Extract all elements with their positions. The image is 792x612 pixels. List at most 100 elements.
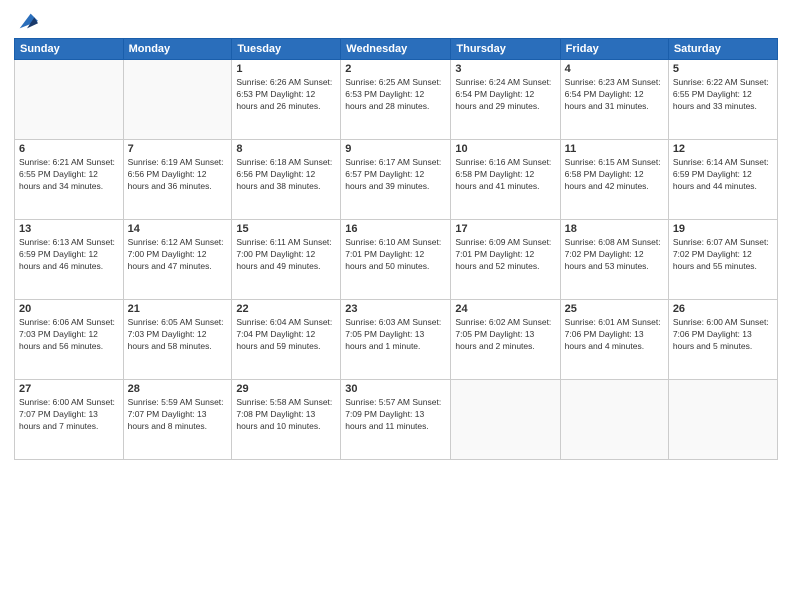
calendar-week-row: 27 Sunrise: 6:00 AM Sunset: 7:07 PM Dayli… (15, 380, 778, 460)
calendar-day-cell (668, 380, 777, 460)
calendar-day-cell: 22Sunrise: 6:04 AM Sunset: 7:04 PM Dayli… (232, 300, 341, 380)
day-info: Sunrise: 6:01 AM Sunset: 7:06 PM Dayligh… (565, 317, 664, 353)
weekday-header-cell: Friday (560, 39, 668, 60)
calendar-day-cell (15, 60, 124, 140)
page: SundayMondayTuesdayWednesdayThursdayFrid… (0, 0, 792, 612)
calendar-day-cell: 26 Sunrise: 6:00 AM Sunset: 7:06 PM Dayli… (668, 300, 777, 380)
header (14, 10, 778, 32)
calendar-day-cell: 8 Sunrise: 6:18 AM Sunset: 6:56 PM Daylig… (232, 140, 341, 220)
day-number: 26 (673, 303, 773, 315)
calendar-day-cell: 27 Sunrise: 6:00 AM Sunset: 7:07 PM Dayli… (15, 380, 124, 460)
day-info: Sunrise: 6:02 AM Sunset: 7:05 PM Dayligh… (455, 317, 555, 353)
day-number: 20 (19, 303, 119, 315)
day-info: Sunrise: 6:07 AM Sunset: 7:02 PM Dayligh… (673, 237, 773, 273)
calendar-day-cell: 25 Sunrise: 6:01 AM Sunset: 7:06 PM Dayli… (560, 300, 668, 380)
day-number: 18 (565, 223, 664, 235)
day-number: 1 (236, 63, 336, 75)
day-info: Sunrise: 5:59 AM Sunset: 7:07 PM Dayligh… (128, 397, 228, 433)
calendar-day-cell: 5 Sunrise: 6:22 AM Sunset: 6:55 PM Daylig… (668, 60, 777, 140)
calendar-day-cell: 19 Sunrise: 6:07 AM Sunset: 7:02 PM Dayli… (668, 220, 777, 300)
day-number: 7 (128, 143, 228, 155)
day-info: Sunrise: 6:08 AM Sunset: 7:02 PM Dayligh… (565, 237, 664, 273)
calendar-table: SundayMondayTuesdayWednesdayThursdayFrid… (14, 38, 778, 460)
calendar-day-cell: 1 Sunrise: 6:26 AM Sunset: 6:53 PM Daylig… (232, 60, 341, 140)
calendar-day-cell: 14Sunrise: 6:12 AM Sunset: 7:00 PM Dayli… (123, 220, 232, 300)
day-number: 6 (19, 143, 119, 155)
day-info: Sunrise: 6:23 AM Sunset: 6:54 PM Dayligh… (565, 77, 664, 113)
weekday-header-cell: Saturday (668, 39, 777, 60)
day-info: Sunrise: 6:19 AM Sunset: 6:56 PM Dayligh… (128, 157, 228, 193)
day-number: 10 (455, 143, 555, 155)
calendar-day-cell: 16Sunrise: 6:10 AM Sunset: 7:01 PM Dayli… (341, 220, 451, 300)
calendar-day-cell: 7 Sunrise: 6:19 AM Sunset: 6:56 PM Daylig… (123, 140, 232, 220)
calendar-day-cell (560, 380, 668, 460)
day-number: 21 (128, 303, 228, 315)
day-number: 9 (345, 143, 446, 155)
calendar-day-cell: 28 Sunrise: 5:59 AM Sunset: 7:07 PM Dayli… (123, 380, 232, 460)
day-number: 30 (345, 383, 446, 395)
weekday-header-cell: Sunday (15, 39, 124, 60)
day-number: 3 (455, 63, 555, 75)
day-number: 23 (345, 303, 446, 315)
day-info: Sunrise: 6:15 AM Sunset: 6:58 PM Dayligh… (565, 157, 664, 193)
calendar-day-cell: 12Sunrise: 6:14 AM Sunset: 6:59 PM Dayli… (668, 140, 777, 220)
day-info: Sunrise: 6:18 AM Sunset: 6:56 PM Dayligh… (236, 157, 336, 193)
day-number: 2 (345, 63, 446, 75)
weekday-header-cell: Wednesday (341, 39, 451, 60)
day-info: Sunrise: 6:06 AM Sunset: 7:03 PM Dayligh… (19, 317, 119, 353)
day-info: Sunrise: 6:04 AM Sunset: 7:04 PM Dayligh… (236, 317, 336, 353)
calendar-week-row: 13Sunrise: 6:13 AM Sunset: 6:59 PM Dayli… (15, 220, 778, 300)
day-info: Sunrise: 6:26 AM Sunset: 6:53 PM Dayligh… (236, 77, 336, 113)
day-number: 28 (128, 383, 228, 395)
calendar-day-cell: 24 Sunrise: 6:02 AM Sunset: 7:05 PM Dayli… (451, 300, 560, 380)
calendar-day-cell: 4 Sunrise: 6:23 AM Sunset: 6:54 PM Daylig… (560, 60, 668, 140)
calendar-day-cell: 30 Sunrise: 5:57 AM Sunset: 7:09 PM Dayli… (341, 380, 451, 460)
day-info: Sunrise: 6:00 AM Sunset: 7:06 PM Dayligh… (673, 317, 773, 353)
calendar-week-row: 6 Sunrise: 6:21 AM Sunset: 6:55 PM Daylig… (15, 140, 778, 220)
day-number: 27 (19, 383, 119, 395)
calendar-day-cell: 13Sunrise: 6:13 AM Sunset: 6:59 PM Dayli… (15, 220, 124, 300)
day-info: Sunrise: 6:10 AM Sunset: 7:01 PM Dayligh… (345, 237, 446, 273)
calendar-day-cell: 20 Sunrise: 6:06 AM Sunset: 7:03 PM Dayli… (15, 300, 124, 380)
weekday-header-cell: Monday (123, 39, 232, 60)
weekday-header-row: SundayMondayTuesdayWednesdayThursdayFrid… (15, 39, 778, 60)
day-number: 24 (455, 303, 555, 315)
calendar-day-cell: 9 Sunrise: 6:17 AM Sunset: 6:57 PM Daylig… (341, 140, 451, 220)
calendar-day-cell: 23 Sunrise: 6:03 AM Sunset: 7:05 PM Dayli… (341, 300, 451, 380)
weekday-header-cell: Tuesday (232, 39, 341, 60)
calendar-week-row: 1 Sunrise: 6:26 AM Sunset: 6:53 PM Daylig… (15, 60, 778, 140)
calendar-day-cell (451, 380, 560, 460)
calendar-day-cell: 29Sunrise: 5:58 AM Sunset: 7:08 PM Dayli… (232, 380, 341, 460)
calendar-day-cell: 3 Sunrise: 6:24 AM Sunset: 6:54 PM Daylig… (451, 60, 560, 140)
calendar-day-cell: 18 Sunrise: 6:08 AM Sunset: 7:02 PM Dayli… (560, 220, 668, 300)
day-info: Sunrise: 5:58 AM Sunset: 7:08 PM Dayligh… (236, 397, 336, 433)
day-info: Sunrise: 6:24 AM Sunset: 6:54 PM Dayligh… (455, 77, 555, 113)
day-info: Sunrise: 6:11 AM Sunset: 7:00 PM Dayligh… (236, 237, 336, 273)
calendar-day-cell: 11Sunrise: 6:15 AM Sunset: 6:58 PM Dayli… (560, 140, 668, 220)
calendar-day-cell (123, 60, 232, 140)
day-info: Sunrise: 6:25 AM Sunset: 6:53 PM Dayligh… (345, 77, 446, 113)
day-number: 19 (673, 223, 773, 235)
logo-icon (16, 10, 38, 32)
day-number: 8 (236, 143, 336, 155)
day-number: 12 (673, 143, 773, 155)
day-number: 17 (455, 223, 555, 235)
calendar-day-cell: 10 Sunrise: 6:16 AM Sunset: 6:58 PM Dayli… (451, 140, 560, 220)
day-info: Sunrise: 6:16 AM Sunset: 6:58 PM Dayligh… (455, 157, 555, 193)
day-info: Sunrise: 6:13 AM Sunset: 6:59 PM Dayligh… (19, 237, 119, 273)
calendar-day-cell: 15Sunrise: 6:11 AM Sunset: 7:00 PM Dayli… (232, 220, 341, 300)
day-info: Sunrise: 5:57 AM Sunset: 7:09 PM Dayligh… (345, 397, 446, 433)
calendar-day-cell: 21Sunrise: 6:05 AM Sunset: 7:03 PM Dayli… (123, 300, 232, 380)
day-number: 25 (565, 303, 664, 315)
day-info: Sunrise: 6:00 AM Sunset: 7:07 PM Dayligh… (19, 397, 119, 433)
day-info: Sunrise: 6:03 AM Sunset: 7:05 PM Dayligh… (345, 317, 446, 353)
day-number: 4 (565, 63, 664, 75)
calendar-day-cell: 17Sunrise: 6:09 AM Sunset: 7:01 PM Dayli… (451, 220, 560, 300)
calendar-body: 1 Sunrise: 6:26 AM Sunset: 6:53 PM Daylig… (15, 60, 778, 460)
logo (14, 10, 38, 32)
day-info: Sunrise: 6:17 AM Sunset: 6:57 PM Dayligh… (345, 157, 446, 193)
day-number: 5 (673, 63, 773, 75)
day-info: Sunrise: 6:22 AM Sunset: 6:55 PM Dayligh… (673, 77, 773, 113)
day-info: Sunrise: 6:21 AM Sunset: 6:55 PM Dayligh… (19, 157, 119, 193)
calendar-week-row: 20 Sunrise: 6:06 AM Sunset: 7:03 PM Dayli… (15, 300, 778, 380)
